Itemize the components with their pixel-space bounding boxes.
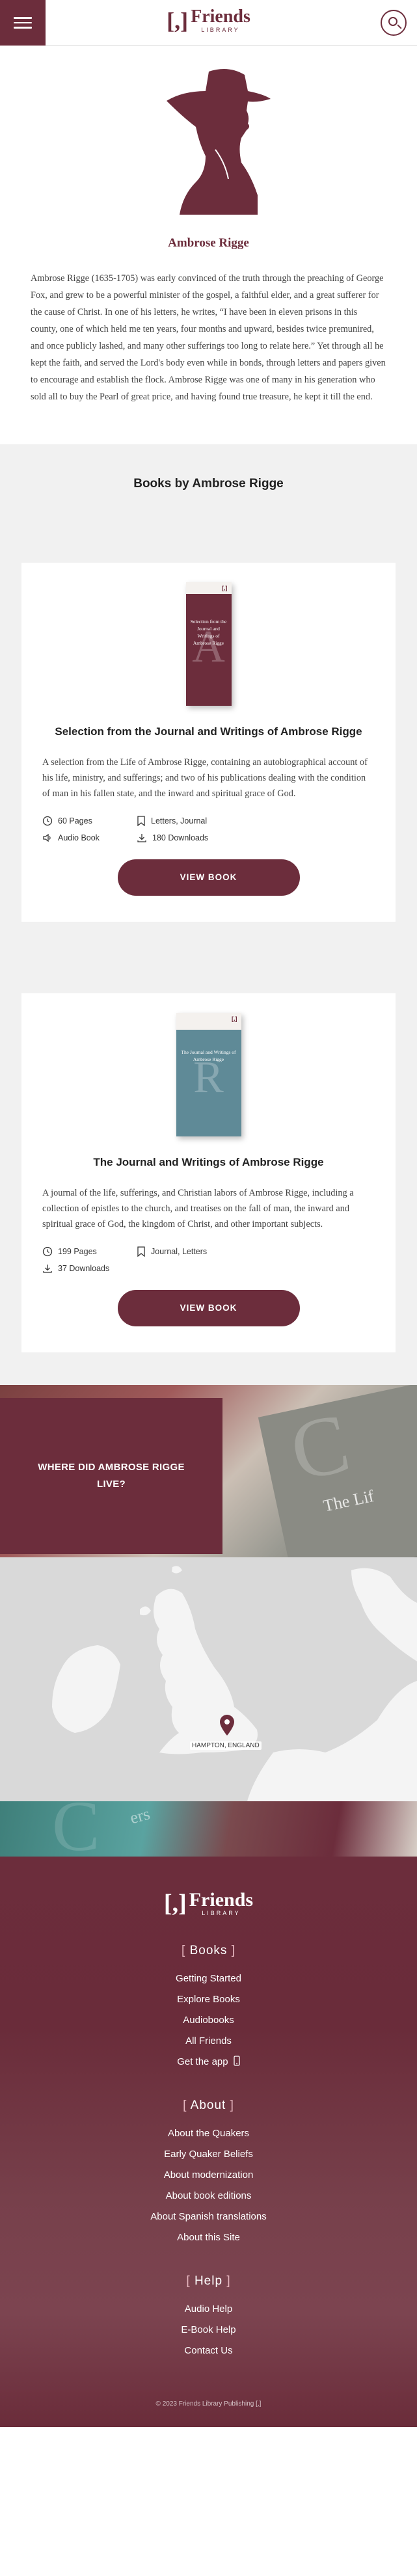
location-map[interactable]: HAMPTON, ENGLAND [0,1557,417,1801]
footer-logo-sub: LIBRARY [202,1910,241,1916]
footer-logo-name: Friends [189,1889,254,1911]
footer-link-all-friends[interactable]: All Friends [0,2031,417,2052]
logo-name: Friends [191,7,250,27]
book-cover-logo: [,] [222,585,228,591]
search-button[interactable] [381,10,407,36]
search-icon-handle [397,24,402,29]
footer-link-about-book-editions[interactable]: About book editions [0,2186,417,2207]
view-book-button[interactable]: VIEW BOOK [117,859,300,896]
books-section: Books by Ambrose Rigge [,] A Selection f… [0,444,417,1385]
book-cover-wrap: [,] A Selection from the Journal and Wri… [42,582,375,712]
book-audio-text: Audio Book [58,833,100,842]
book-cover-title: The Journal and Writings of Ambrose Rigg… [181,1049,236,1062]
download-icon [43,1265,52,1273]
book-card: [,] R The Journal and Writings of Ambros… [21,993,396,1352]
footer-books-heading: [ Books ] [182,1944,235,1957]
book-meta: 199 Pages Journal, Letters 37 Downloads [42,1246,375,1274]
logo-bracket: [,] [167,8,189,34]
footer-link-audio-help[interactable]: Audio Help [0,2299,417,2320]
tag-icon [137,1246,145,1257]
menu-button[interactable] [0,0,46,46]
footer-link-ebook-help[interactable]: E-Book Help [0,2320,417,2341]
book-title[interactable]: Selection from the Journal and Writings … [42,725,375,738]
tag-icon [137,816,145,826]
footer-books-section: [ Books ] Getting Started Explore Books … [0,1944,417,2073]
footer-about-section: [ About ] About the Quakers Early Quaker… [0,2099,417,2248]
book-cover[interactable]: [,] R The Journal and Writings of Ambros… [176,1013,241,1136]
footer-link-audiobooks[interactable]: Audiobooks [0,2010,417,2031]
logo-sub: LIBRARY [201,27,240,33]
books-heading: Books by Ambrose Rigge [133,477,284,490]
book-description: A selection from the Life of Ambrose Rig… [42,757,368,799]
book-cover-wrap: [,] R The Journal and Writings of Ambros… [42,1013,375,1143]
book-tags-text: Letters, Journal [151,816,208,825]
background-book-letter: C [282,1395,358,1499]
menu-icon-line [14,17,32,19]
book-downloads: 180 Downloads [137,833,375,843]
where-heading: WHERE DID AMBROSE RIGGE LIVE? [38,1462,185,1490]
site-footer: [,] Friends LIBRARY [ Books ] Getting St… [0,1857,417,2427]
book-cover-title: Selection from the Journal and Writings … [190,619,227,646]
footer-logo-text: Friends LIBRARY [189,1889,254,1917]
book-description: A journal of the life, sufferings, and C… [42,1188,354,1229]
logo-text: Friends LIBRARY [191,8,250,34]
footer-link-about-quakers[interactable]: About the Quakers [0,2123,417,2144]
book-title[interactable]: The Journal and Writings of Ambrose Rigg… [42,1156,375,1169]
site-header: [,] Friends LIBRARY [0,0,417,46]
map-land [52,1566,417,1801]
menu-icon-line [14,27,32,29]
book-pages-text: 60 Pages [58,816,92,825]
book-cover[interactable]: [,] A Selection from the Journal and Wri… [185,582,232,706]
search-icon [388,17,397,26]
footer-link-getting-started[interactable]: Getting Started [0,1968,417,1989]
author-name: Ambrose Rigge [168,236,249,250]
book-downloads-text: 180 Downloads [152,833,209,842]
book-tags: Letters, Journal [137,816,375,826]
book-pages-text: 199 Pages [58,1247,97,1256]
book-tags-text: Journal, Letters [151,1247,208,1256]
map-location-label: HAMPTON, ENGLAND [190,1741,262,1750]
footer-help-heading: [ Help ] [186,2274,231,2288]
footer-help-section: [ Help ] Audio Help E-Book Help Contact … [0,2274,417,2361]
decorative-strip: C ers [0,1801,417,1857]
footer-link-early-quaker-beliefs[interactable]: Early Quaker Beliefs [0,2144,417,2165]
book-downloads-text: 37 Downloads [58,1264,110,1273]
footer-about-heading: [ About ] [183,2099,234,2112]
background-book: C The Lif [258,1385,417,1557]
site-logo[interactable]: [,] Friends LIBRARY [167,8,250,34]
pages-icon [42,816,53,826]
view-book-button[interactable]: VIEW BOOK [117,1290,300,1326]
book-pages: 199 Pages [42,1246,137,1257]
author-bio: Ambrose Rigge (1635-1705) was early conv… [31,273,386,402]
download-icon [137,834,146,842]
footer-link-get-the-app[interactable]: Get the app [0,2052,417,2073]
footer-link-about-site[interactable]: About this Site [0,2227,417,2248]
where-box: WHERE DID AMBROSE RIGGE LIVE? [0,1398,222,1554]
book-pages: 60 Pages [42,816,137,826]
footer-link-explore-books[interactable]: Explore Books [0,1989,417,2010]
menu-icon-line [14,21,32,24]
book-meta: 60 Pages Letters, Journal Audio Book 180… [42,816,375,843]
strip-text: ers [128,1804,152,1828]
book-tags: Journal, Letters [137,1246,375,1257]
footer-logo-bracket: [,] [163,1890,187,1917]
book-cover-logo: [,] [232,1015,237,1022]
footer-link-about-spanish[interactable]: About Spanish translations [0,2207,417,2227]
book-downloads: 37 Downloads [42,1263,137,1274]
audio-icon [43,833,51,842]
author-silhouette [166,69,271,215]
footer-link-contact[interactable]: Contact Us [0,2341,417,2361]
book-card: [,] A Selection from the Journal and Wri… [21,563,396,922]
book-audio: Audio Book [42,833,137,843]
footer-logo[interactable]: [,] Friends LIBRARY [0,1889,417,1918]
copyright: © 2023 Friends Library Publishing [,] [155,2400,262,2408]
phone-icon [234,2056,240,2066]
where-section: C The Lif WHERE DID AMBROSE RIGGE LIVE? [0,1385,417,1557]
author-section: Ambrose Rigge Ambrose Rigge (1635-1705) … [0,46,417,444]
map-pin-icon[interactable] [220,1715,234,1739]
footer-link-about-modernization[interactable]: About modernization [0,2165,417,2186]
pages-icon [42,1246,53,1257]
strip-letter: C [52,1801,100,1857]
